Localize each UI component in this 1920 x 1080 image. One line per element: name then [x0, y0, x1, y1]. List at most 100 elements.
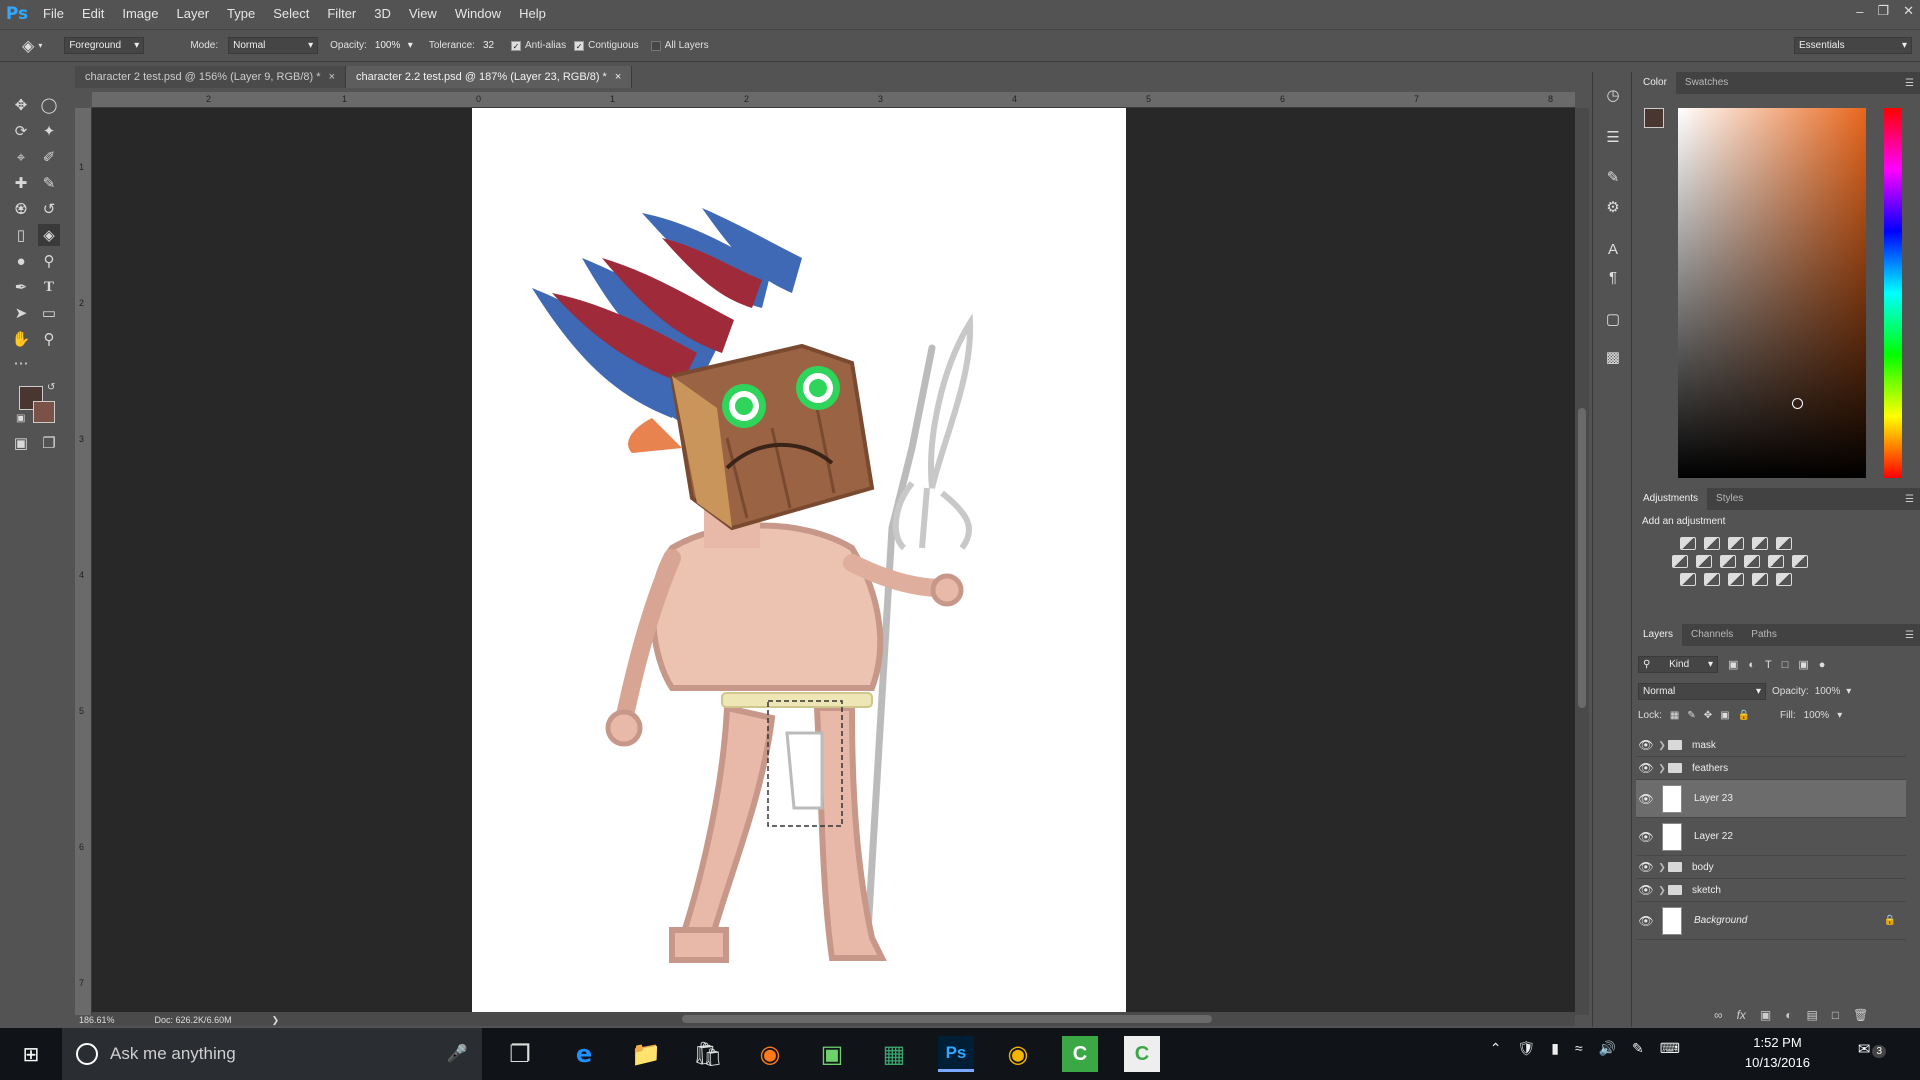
dodge-tool-icon[interactable]: ⚲: [38, 250, 60, 272]
tab-swatches[interactable]: Swatches: [1676, 72, 1737, 94]
layer-row-layer-23[interactable]: 👁 Layer 23: [1636, 780, 1906, 818]
edge-browser-icon[interactable]: e: [566, 1036, 602, 1072]
default-colors-icon[interactable]: ▣: [16, 413, 25, 424]
menu-view[interactable]: View: [400, 0, 446, 28]
visibility-eye-icon[interactable]: 👁: [1636, 761, 1656, 775]
black-white-icon[interactable]: [1720, 555, 1736, 568]
vertical-scrollbar[interactable]: [1575, 108, 1589, 1015]
color-lookup-icon[interactable]: [1792, 555, 1808, 568]
brush-panel-icon[interactable]: ✎: [1602, 166, 1624, 188]
move-tool-icon[interactable]: ✥: [10, 94, 32, 116]
close-tab-icon[interactable]: ×: [329, 71, 335, 83]
clone-stamp-tool-icon[interactable]: ♼: [10, 198, 32, 220]
color-picker-cursor[interactable]: [1792, 398, 1803, 409]
camtasia-icon[interactable]: C: [1062, 1036, 1098, 1072]
firefox-icon[interactable]: ◉: [752, 1036, 788, 1072]
panel-menu-icon[interactable]: ☰: [1905, 630, 1914, 641]
pen-tool-icon[interactable]: ✒: [10, 276, 32, 298]
wifi-icon[interactable]: ≈: [1575, 1040, 1583, 1057]
menu-window[interactable]: Window: [446, 0, 510, 28]
tab-styles[interactable]: Styles: [1707, 488, 1752, 510]
channel-mixer-icon[interactable]: [1768, 555, 1784, 568]
action-center-icon[interactable]: ✉ 3: [1858, 1040, 1886, 1058]
history-panel-icon[interactable]: ◷: [1602, 84, 1624, 106]
visibility-eye-icon[interactable]: 👁: [1636, 792, 1656, 806]
3d-panel-icon[interactable]: ▢: [1602, 308, 1624, 330]
layer-row-body[interactable]: 👁 ❯ body: [1636, 856, 1906, 879]
visibility-eye-icon[interactable]: 👁: [1636, 830, 1656, 844]
layer-filter-icons[interactable]: ▣◐T□▣●: [1728, 658, 1835, 671]
posterize-icon[interactable]: [1704, 573, 1720, 586]
paint-bucket-tool-icon[interactable]: ◈: [22, 36, 34, 56]
new-layer-icon[interactable]: □: [1832, 1008, 1839, 1022]
blur-tool-icon[interactable]: ●: [10, 250, 32, 272]
tool-preset-chevron-icon[interactable]: ▾: [38, 41, 42, 50]
magic-wand-tool-icon[interactable]: ✦: [38, 120, 60, 142]
horizontal-scroll-thumb[interactable]: [682, 1015, 1212, 1023]
menu-edit[interactable]: Edit: [73, 0, 113, 28]
cortana-search-box[interactable]: Ask me anything 🎤: [62, 1028, 482, 1080]
tray-chevron-icon[interactable]: ⌃: [1490, 1040, 1502, 1057]
file-explorer-icon[interactable]: 📁: [628, 1036, 664, 1072]
visibility-eye-icon[interactable]: 👁: [1636, 860, 1656, 874]
link-layers-icon[interactable]: ∞: [1714, 1008, 1723, 1022]
menu-image[interactable]: Image: [113, 0, 167, 28]
rectangle-tool-icon[interactable]: ▭: [38, 302, 60, 324]
expand-chevron-icon[interactable]: ❯: [1656, 740, 1668, 751]
zoom-level[interactable]: 186.61%: [79, 1015, 115, 1025]
menu-3d[interactable]: 3D: [365, 0, 400, 28]
type-tool-icon[interactable]: T: [38, 276, 60, 298]
brightness-icon[interactable]: [1680, 537, 1696, 550]
paragraph-panel-icon[interactable]: ¶: [1602, 266, 1624, 288]
layer-row-mask[interactable]: 👁 ❯ mask: [1636, 734, 1906, 757]
minimize-icon[interactable]: –: [1856, 4, 1863, 19]
background-color-swatch[interactable]: [33, 401, 55, 423]
tab-paths[interactable]: Paths: [1742, 624, 1786, 646]
visibility-eye-icon[interactable]: 👁: [1636, 738, 1656, 752]
tab-layers[interactable]: Layers: [1634, 624, 1683, 646]
opacity-input[interactable]: 100% ▾: [371, 37, 417, 54]
paint-bucket-tool-icon[interactable]: ◈: [38, 224, 60, 246]
menu-select[interactable]: Select: [264, 0, 318, 28]
menu-layer[interactable]: Layer: [168, 0, 219, 28]
layer-kind-filter[interactable]: ⚲ Kind ▾: [1638, 656, 1718, 673]
contiguous-checkbox[interactable]: ✓: [574, 40, 585, 51]
expand-chevron-icon[interactable]: ❯: [1656, 763, 1668, 774]
color-fg-swatch[interactable]: [1644, 108, 1664, 128]
photoshop-taskbar-icon[interactable]: Ps: [938, 1036, 974, 1072]
hue-slider[interactable]: [1884, 108, 1902, 478]
chrome-icon[interactable]: ◉: [1000, 1036, 1036, 1072]
layer-row-feathers[interactable]: 👁 ❯ feathers: [1636, 757, 1906, 780]
layer-row-sketch[interactable]: 👁 ❯ sketch: [1636, 879, 1906, 902]
swap-colors-icon[interactable]: ↺: [47, 382, 55, 393]
curves-icon[interactable]: [1728, 537, 1744, 550]
eraser-tool-icon[interactable]: ▯: [10, 224, 32, 246]
expand-chevron-icon[interactable]: ❯: [1656, 862, 1668, 873]
invert-icon[interactable]: [1680, 573, 1696, 586]
color-field[interactable]: [1678, 108, 1866, 478]
app-sheet-icon[interactable]: ▦: [876, 1036, 912, 1072]
layer-style-icon[interactable]: fx: [1737, 1008, 1746, 1022]
chevron-down-icon[interactable]: ▾: [1846, 686, 1851, 697]
screen-mode-icon[interactable]: ❐: [38, 432, 60, 454]
tab-adjustments[interactable]: Adjustments: [1634, 488, 1708, 510]
start-windows-icon[interactable]: ⊞: [0, 1028, 62, 1080]
color-balance-icon[interactable]: [1696, 555, 1712, 568]
tolerance-input[interactable]: 32: [479, 37, 505, 54]
properties-panel-icon[interactable]: ☰: [1602, 126, 1624, 148]
status-menu-arrow-icon[interactable]: ❯: [272, 1015, 280, 1026]
lock-position-icon[interactable]: ✥: [1704, 710, 1712, 721]
visibility-eye-icon[interactable]: 👁: [1636, 914, 1656, 928]
exposure-icon[interactable]: [1752, 537, 1768, 550]
tab-channels[interactable]: Channels: [1682, 624, 1742, 646]
lock-artboard-icon[interactable]: ▣: [1720, 710, 1729, 721]
lock-icon[interactable]: 🔒: [1884, 915, 1896, 926]
timeline-panel-icon[interactable]: ▩: [1602, 346, 1624, 368]
zoom-tool-icon[interactable]: ⚲: [38, 328, 60, 350]
brush-tool-icon[interactable]: ✎: [38, 172, 60, 194]
taskbar-clock[interactable]: 1:52 PM 10/13/2016: [1745, 1033, 1810, 1073]
layer-row-background[interactable]: 👁 Background 🔒: [1636, 902, 1906, 940]
vertical-scroll-thumb[interactable]: [1578, 408, 1586, 708]
lock-pixels-icon[interactable]: ✎: [1687, 710, 1695, 721]
microphone-icon[interactable]: 🎤: [447, 1044, 468, 1064]
